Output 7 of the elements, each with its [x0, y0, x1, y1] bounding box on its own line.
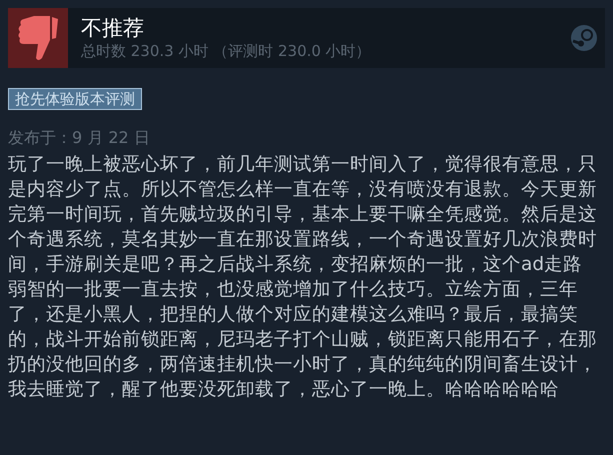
review-verdict: 不推荐	[81, 15, 145, 41]
early-access-tag: 抢先体验版本评测	[8, 88, 142, 110]
posted-date: 发布于：9 月 22 日	[8, 127, 151, 149]
playtime-text: 总时数 230.3 小时 （评测时 230.0 小时）	[81, 41, 372, 61]
review-text: 玩了一晚上被恶心坏了，前几年测试第一时间入了，觉得很有意思，只是内容少了点。所以不管怎么样一直在等，没有喷没有退款。今天更新完第一时间玩，首先贼垃圾的引导，基本上要干嘛全凭感觉。然后是这个奇遇系统，莫名其妙一直在那设置路线，一个奇遇设置好几次浪费时间，手游刷关是吧？再之后战斗系统，变招麻烦的一批，这个ad走路弱智的一批要一直去按，也没感觉增加了什么技巧。立绘方面，三年了，还是小黑人，把捏的人做个对应的建模这么难吗？最后，最搞笑的，战斗开始前锁距离，尼玛老子打个山贼，锁距离只能用石子，在那扔的没他回的多，两倍速挂机快一小时了，真的纯纯的阴间畜生设计，我去睡觉了，醒了他要没死卸载了，恶心了一晚上。哈哈哈哈哈哈	[8, 153, 598, 402]
steam-logo-icon	[571, 25, 597, 51]
thumbs-down-icon	[16, 14, 60, 62]
